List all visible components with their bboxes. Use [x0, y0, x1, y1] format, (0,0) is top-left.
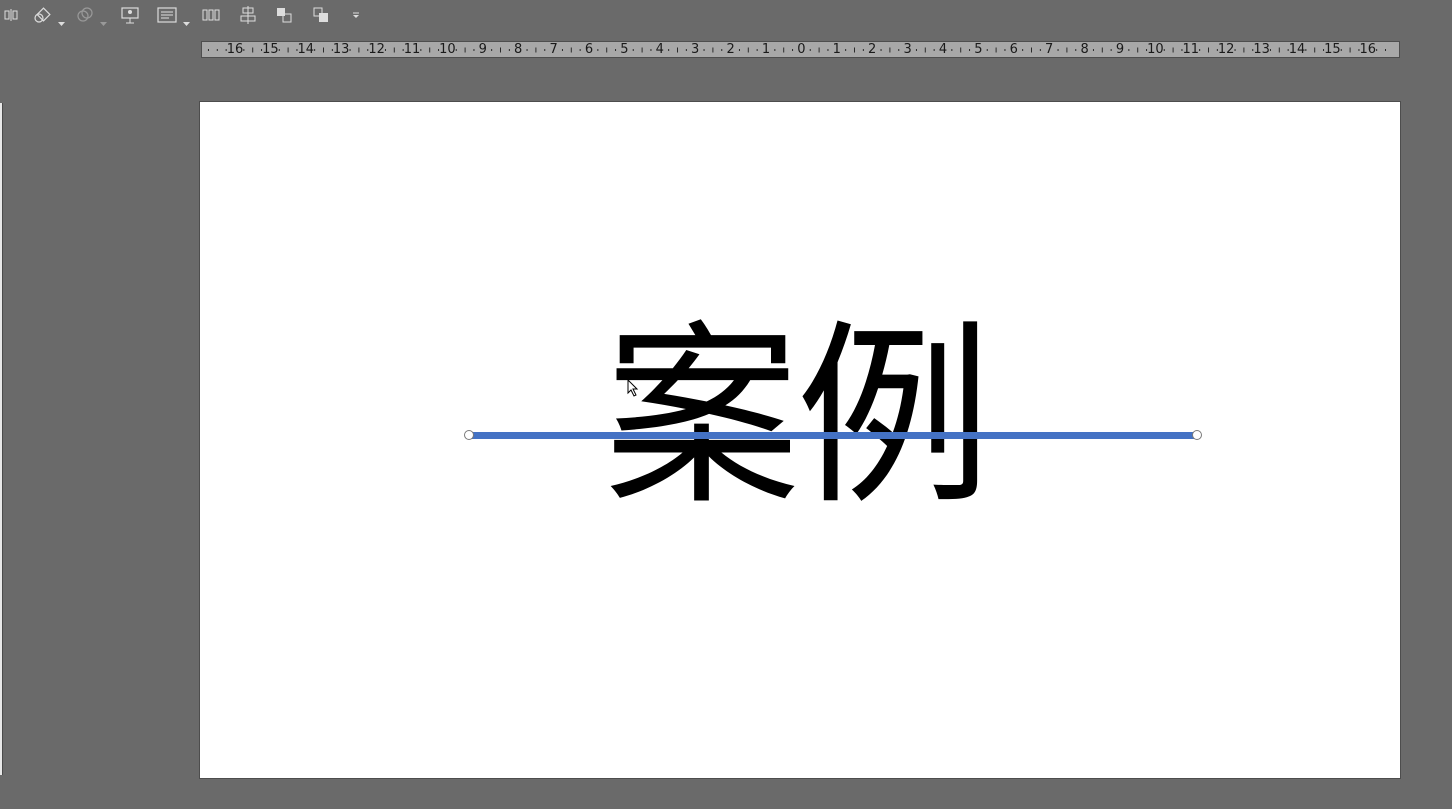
horizontal-ruler[interactable]: 16 15 14 13 12 11 10 9 8 7 6 5 4 3 2 1 0 1 2 3 4 5 6 7 8 9 10 11 12 1… [201, 41, 1400, 58]
chevron-down-icon[interactable] [58, 12, 65, 31]
shape-fill-icon[interactable] [32, 4, 54, 26]
ruler-label: 14 [297, 42, 315, 57]
ruler-label: 8 [514, 42, 523, 57]
line-end-handle[interactable] [1192, 430, 1202, 440]
slide-thumbnail-pane-edge[interactable] [0, 103, 3, 775]
ruler-label: 4 [938, 42, 948, 57]
bring-forward-icon[interactable] [273, 4, 295, 26]
more-icon[interactable] [349, 4, 363, 26]
ruler-label: 2 [726, 42, 735, 57]
mouse-cursor-icon [627, 378, 639, 401]
ruler-label: 16 [226, 42, 244, 57]
ruler-label: 6 [1009, 42, 1018, 57]
ruler-label: 4 [655, 42, 664, 57]
ruler-label: 13 [1253, 42, 1270, 57]
ruler-label: 5 [620, 42, 629, 57]
presenter-icon[interactable] [119, 4, 141, 26]
ruler-label: 3 [903, 42, 912, 57]
ruler-label: 14 [1288, 42, 1306, 57]
merge-shapes-icon[interactable] [74, 4, 96, 26]
ruler-label: 13 [332, 42, 350, 57]
slide-title-text[interactable]: 案例 [604, 298, 992, 538]
chevron-down-icon[interactable] [183, 12, 190, 31]
ruler-label: 3 [691, 42, 700, 57]
line-start-handle[interactable] [464, 430, 474, 440]
quick-access-toolbar [0, 0, 1452, 30]
ruler-label: 10 [1147, 42, 1164, 57]
ruler-label: 6 [584, 42, 594, 57]
align-center-icon[interactable] [237, 4, 259, 26]
ruler-label: 1 [832, 42, 841, 57]
send-backward-icon[interactable] [310, 4, 332, 26]
ruler-label: 15 [1324, 42, 1341, 57]
ruler-label: 11 [403, 42, 421, 57]
ruler-label: 15 [262, 42, 279, 57]
distribute-horizontal-icon[interactable] [200, 4, 222, 26]
ruler-label: 11 [1182, 42, 1200, 57]
chevron-down-icon[interactable] [100, 12, 107, 31]
ruler-label: 12 [1217, 42, 1235, 57]
ruler-label: 16 [1359, 42, 1377, 57]
ruler-label: 9 [1115, 42, 1125, 57]
ruler-label: 7 [1045, 42, 1054, 57]
ruler-label: 0 [797, 42, 806, 57]
ruler-label: 12 [368, 42, 385, 57]
ruler-label: 10 [439, 42, 456, 57]
text-box-icon[interactable] [155, 4, 179, 26]
ruler-label: 1 [761, 42, 771, 57]
ruler-label: 5 [974, 42, 983, 57]
distribute-icon[interactable] [2, 4, 20, 26]
ruler-label: 9 [478, 42, 487, 57]
ruler-label: 2 [868, 42, 877, 57]
selected-line-shape[interactable] [469, 432, 1197, 439]
ruler-label: 8 [1080, 42, 1089, 57]
ruler-label: 7 [549, 42, 558, 57]
